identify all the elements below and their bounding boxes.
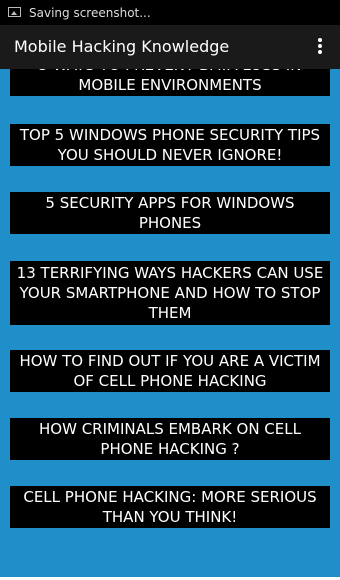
list-item-title: 5 WAYS TO PREVENT DATA LOSS IN MOBILE EN… — [39, 69, 302, 94]
list-item[interactable]: 5 SECURITY APPS FOR WINDOWS PHONES — [10, 192, 330, 234]
list-item-title: HOW TO FIND OUT IF YOU ARE A VICTIM OF C… — [19, 352, 321, 390]
list-item-title: 13 TERRIFYING WAYS HACKERS CAN USE YOUR … — [16, 264, 324, 322]
app-bar: Mobile Hacking Knowledge — [0, 25, 340, 69]
list-item-title: HOW CRIMINALS EMBARK ON CELL PHONE HACKI… — [39, 420, 301, 458]
status-notification-text: Saving screenshot... — [29, 6, 151, 20]
list-item[interactable]: CELL PHONE HACKING: MORE SERIOUS THAN YO… — [10, 486, 330, 528]
list-item-title: 5 SECURITY APPS FOR WINDOWS PHONES — [45, 194, 295, 232]
list-item-title: TOP 5 WINDOWS PHONE SECURITY TIPS YOU SH… — [19, 126, 321, 164]
status-bar: Saving screenshot... — [0, 0, 340, 25]
overflow-menu-icon[interactable] — [310, 36, 330, 58]
article-list-container[interactable]: 5 WAYS TO PREVENT DATA LOSS IN MOBILE EN… — [0, 69, 340, 577]
image-icon — [8, 7, 21, 17]
list-item-title: CELL PHONE HACKING: MORE SERIOUS THAN YO… — [23, 488, 317, 526]
list-item[interactable]: HOW TO FIND OUT IF YOU ARE A VICTIM OF C… — [10, 350, 330, 392]
list-item[interactable]: HOW CRIMINALS EMBARK ON CELL PHONE HACKI… — [10, 418, 330, 460]
list-item[interactable]: TOP 5 WINDOWS PHONE SECURITY TIPS YOU SH… — [10, 124, 330, 166]
list-item[interactable]: 5 WAYS TO PREVENT DATA LOSS IN MOBILE EN… — [10, 69, 330, 96]
list-item[interactable]: 13 TERRIFYING WAYS HACKERS CAN USE YOUR … — [10, 261, 330, 325]
app-title: Mobile Hacking Knowledge — [14, 37, 230, 56]
